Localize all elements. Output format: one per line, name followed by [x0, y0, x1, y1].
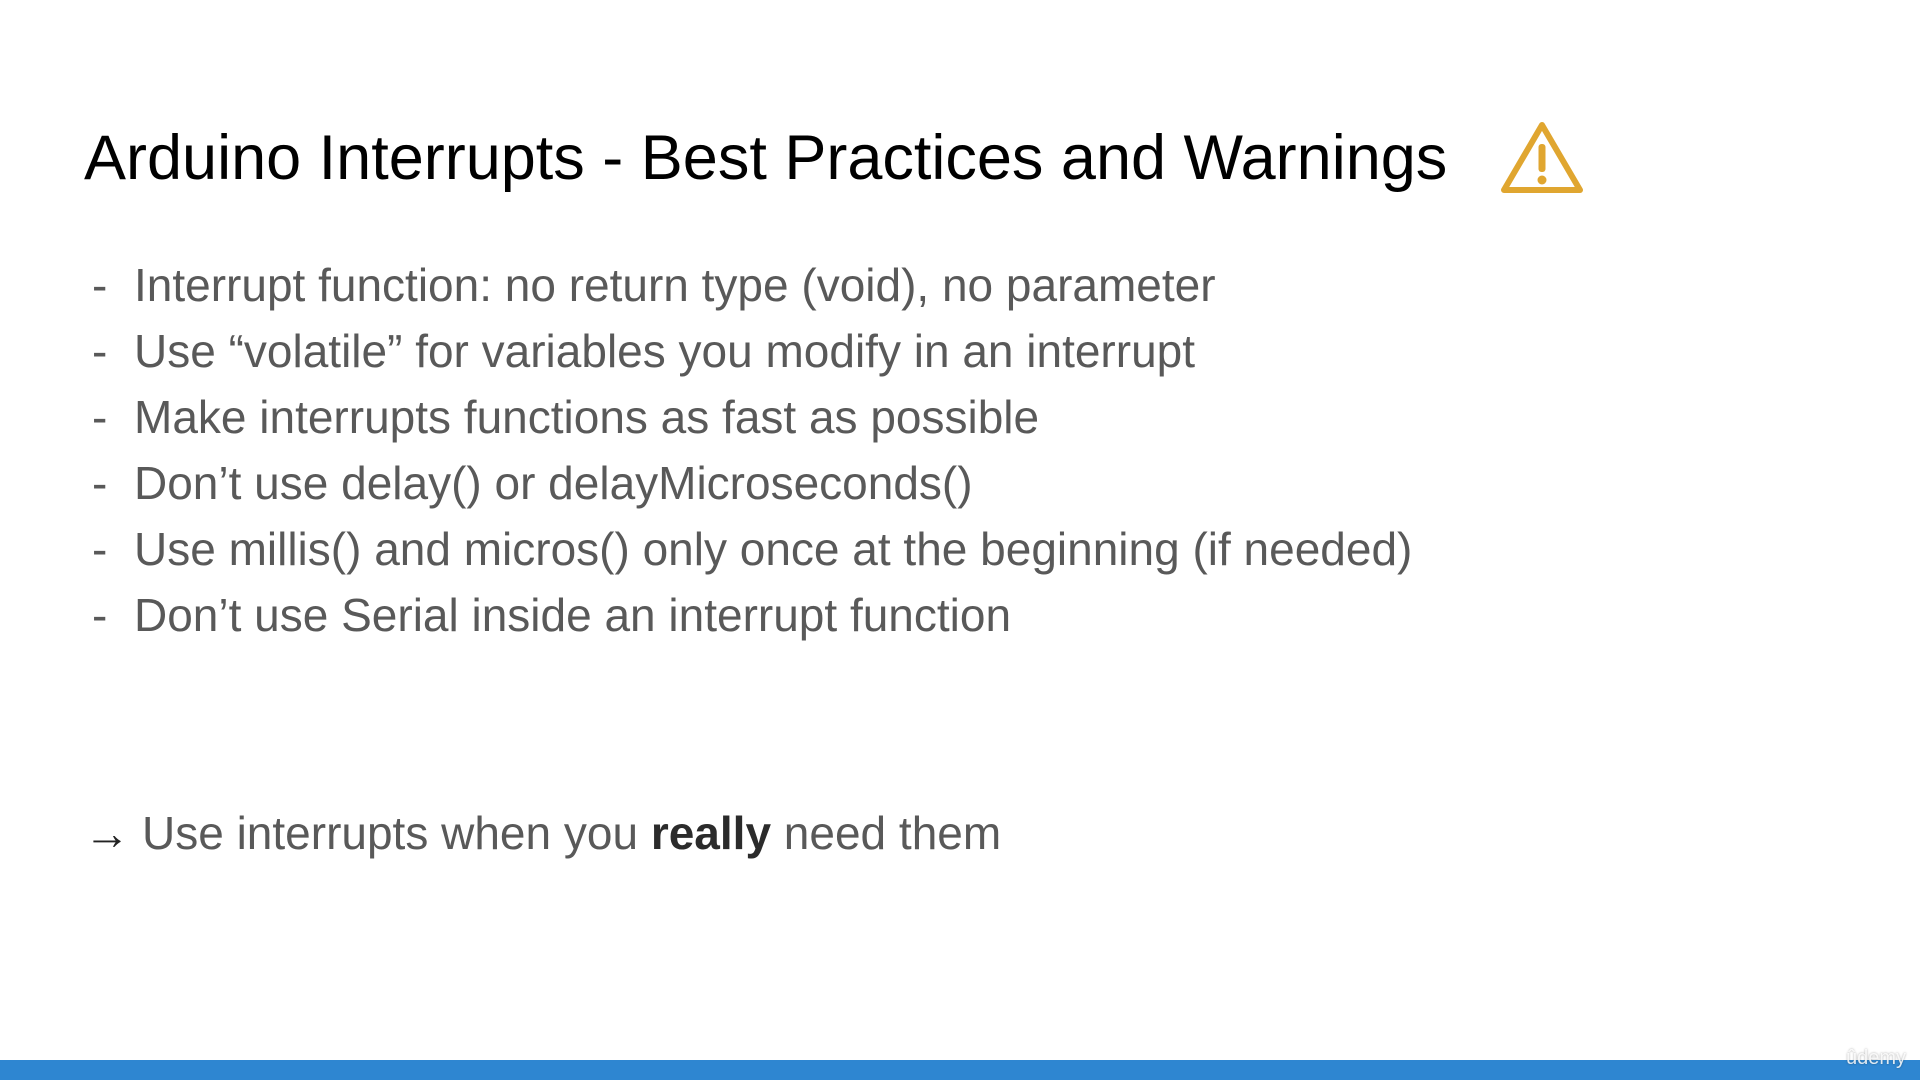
list-item: - Make interrupts functions as fast as p… [92, 390, 1412, 456]
warning-triangle-icon [1501, 122, 1584, 193]
bullet-text: Don’t use delay() or delayMicroseconds() [134, 457, 973, 509]
slide: Arduino Interrupts - Best Practices and … [0, 0, 1920, 1080]
list-item: - Interrupt function: no return type (vo… [92, 258, 1412, 324]
bullet-text: Make interrupts functions as fast as pos… [134, 391, 1040, 443]
bullet-text: Use “volatile” for variables you modify … [134, 325, 1196, 377]
bullet-marker: - [92, 457, 108, 509]
bullet-marker: - [92, 391, 108, 443]
bullet-marker: - [92, 589, 108, 641]
bullet-text: Don’t use Serial inside an interrupt fun… [134, 589, 1012, 641]
bullet-marker: - [92, 325, 108, 377]
conclusion-emphasis: really [650, 807, 772, 859]
slide-title: Arduino Interrupts - Best Practices and … [84, 122, 1448, 193]
bullet-text: Interrupt function: no return type (void… [134, 259, 1216, 311]
conclusion-line: → Use interrupts when you really need th… [84, 806, 1001, 860]
title-row: Arduino Interrupts - Best Practices and … [84, 108, 1585, 208]
bullet-list: - Interrupt function: no return type (vo… [92, 258, 1412, 654]
list-item: - Don’t use Serial inside an interrupt f… [92, 588, 1412, 654]
bullet-text: Use millis() and micros() only once at t… [134, 523, 1413, 575]
udemy-watermark: ûdemy [1845, 1047, 1906, 1069]
list-item: - Use millis() and micros() only once at… [92, 522, 1412, 588]
conclusion-suffix: need them [771, 807, 1002, 859]
right-arrow-icon: → [84, 807, 130, 859]
bullet-marker: - [92, 523, 108, 575]
list-item: - Don’t use delay() or delayMicroseconds… [92, 456, 1412, 522]
list-item: - Use “volatile” for variables you modif… [92, 324, 1412, 390]
bottom-accent-bar [0, 1060, 1920, 1080]
bullet-marker: - [92, 259, 108, 311]
conclusion-prefix: Use interrupts when you [142, 807, 651, 859]
